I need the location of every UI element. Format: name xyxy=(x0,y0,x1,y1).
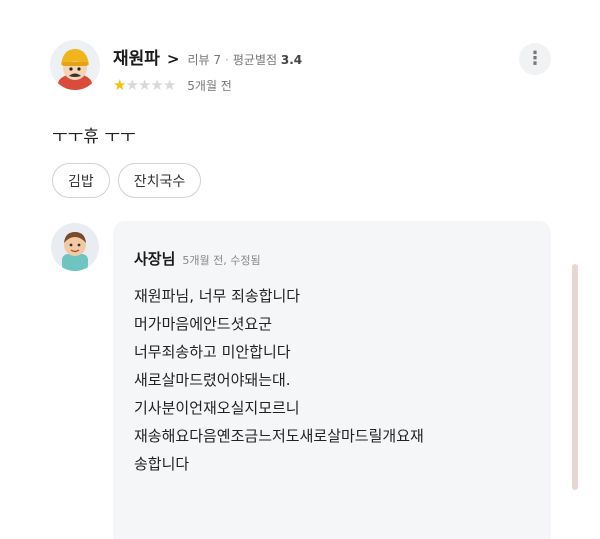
reviewer-stats: 리뷰 7 · 평균별점 3.4 xyxy=(187,53,303,67)
star-empty-icon: ★ xyxy=(125,76,138,94)
owner-name: 사장님 xyxy=(134,250,176,268)
review-date: 5개월 전 xyxy=(187,79,232,93)
reply-line: 송합니다 xyxy=(134,455,190,473)
reviewer-avatar[interactable] xyxy=(50,40,100,90)
reply-meta: 5개월 전, 수정됨 xyxy=(182,254,261,267)
menu-tags: 김밥 잔치국수 xyxy=(52,163,202,198)
reply-header: 사장님 5개월 전, 수정됨 xyxy=(134,248,261,269)
star-rating: ★ ★ ★ ★ ★ xyxy=(113,76,176,94)
review-text: ㅜㅜ휴 ㅜㅜ xyxy=(52,127,136,147)
reply-line: 재원파님, 너무 죄송합니다 xyxy=(134,287,301,305)
reviewer-name[interactable]: 재원파 xyxy=(113,44,160,69)
star-empty-icon: ★ xyxy=(137,76,151,94)
reply-line: 머가마음에안드셧요군 xyxy=(134,315,273,333)
rating-row: ★ ★ ★ ★ ★ 5개월 전 xyxy=(113,77,232,94)
star-filled-icon: ★ xyxy=(113,76,126,94)
reply-line: 새로살마드렸어야돼는대. xyxy=(134,371,291,389)
star-empty-icon: ★ xyxy=(162,76,176,94)
more-vertical-icon: ⋮ xyxy=(526,48,544,69)
reply-line: 기사분이언재오실지모르니 xyxy=(134,399,300,417)
owner-reply: 사장님 5개월 전, 수정됨 재원파님, 너무 죄송합니다머가마음에안드셧요군너… xyxy=(113,221,551,539)
owner-avatar xyxy=(51,223,99,271)
average-rating-label: 평균별점 xyxy=(232,53,278,67)
reply-line: 너무죄송하고 미안합니다 xyxy=(134,343,291,361)
more-options-button[interactable]: ⋮ xyxy=(519,43,551,75)
reply-line: 재송해요다음옌조금느저도새로살마드릴개요재 xyxy=(134,427,424,445)
review-card: 재원파 > 리뷰 7 · 평균별점 3.4 ★ ★ ★ ★ ★ 5개월 전 ⋮ ㅜㅜ휴 ㅜㅜ… xyxy=(0,0,600,539)
menu-tag[interactable]: 김밥 xyxy=(52,163,110,198)
average-rating-value: 3.4 xyxy=(280,53,303,67)
menu-tag[interactable]: 잔치국수 xyxy=(117,163,202,198)
chevron-right-icon[interactable]: > xyxy=(167,50,180,68)
scrollbar-thumb[interactable] xyxy=(572,264,578,490)
reply-text: 재원파님, 너무 죄송합니다머가마음에안드셧요군너무죄송하고 미안합니다새로살마… xyxy=(134,282,539,478)
review-count: 리뷰 7 xyxy=(187,53,222,67)
star-empty-icon: ★ xyxy=(150,76,163,94)
reviewer-info: 재원파 > 리뷰 7 · 평균별점 3.4 xyxy=(113,44,302,69)
